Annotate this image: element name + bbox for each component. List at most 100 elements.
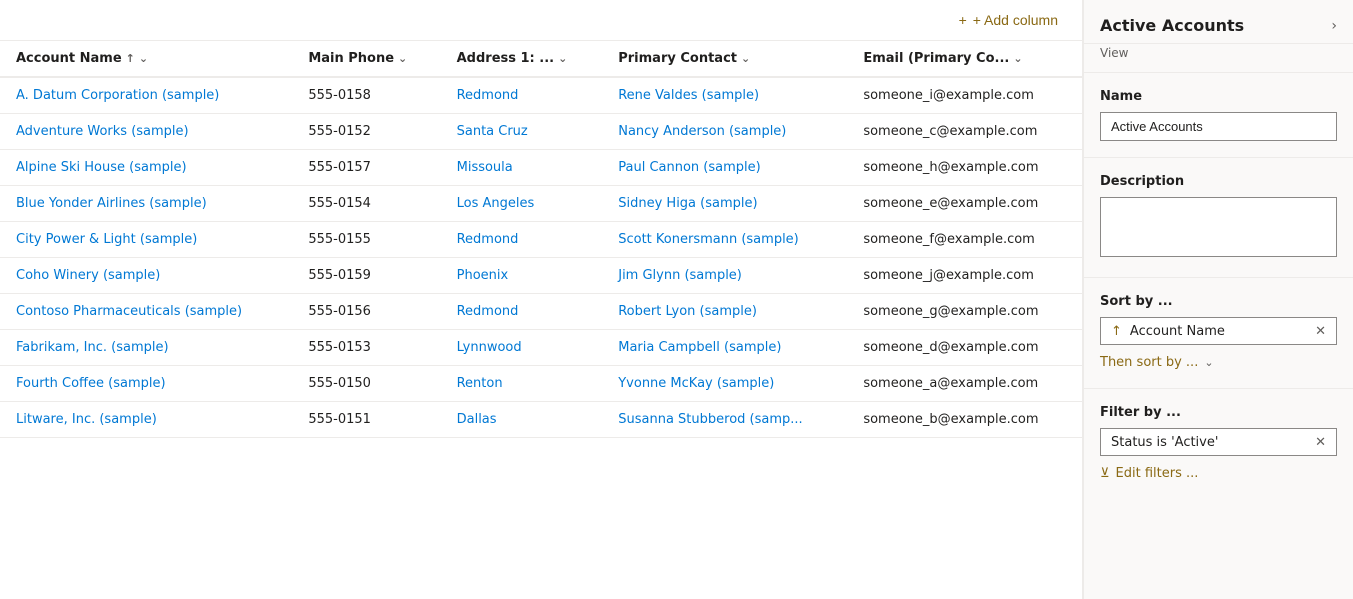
col-chevron-0: ⌄ <box>139 52 148 65</box>
table-cell[interactable]: Missoula <box>441 150 603 186</box>
table-row: City Power & Light (sample)555-0155Redmo… <box>0 222 1082 258</box>
table-cell[interactable]: Robert Lyon (sample) <box>602 294 847 330</box>
table-body: A. Datum Corporation (sample)555-0158Red… <box>0 77 1082 438</box>
plus-icon: + <box>959 12 967 28</box>
description-textarea[interactable] <box>1100 197 1337 257</box>
table-row: Blue Yonder Airlines (sample)555-0154Los… <box>0 186 1082 222</box>
table-cell[interactable]: Lynnwood <box>441 330 603 366</box>
table-cell[interactable]: Phoenix <box>441 258 603 294</box>
table-cell: 555-0159 <box>292 258 440 294</box>
table-cell[interactable]: Contoso Pharmaceuticals (sample) <box>0 294 292 330</box>
table-row: Litware, Inc. (sample)555-0151DallasSusa… <box>0 402 1082 438</box>
table-cell[interactable]: Adventure Works (sample) <box>0 114 292 150</box>
table-cell[interactable]: Los Angeles <box>441 186 603 222</box>
edit-filters-label: Edit filters ... <box>1116 466 1199 481</box>
table-header: Account Name ↑ ⌄ Main Phone ⌄ Addr <box>0 41 1082 77</box>
col-chevron-1: ⌄ <box>398 52 407 65</box>
table-cell[interactable]: Maria Campbell (sample) <box>602 330 847 366</box>
col-chevron-3: ⌄ <box>741 52 750 65</box>
table-cell[interactable]: Redmond <box>441 222 603 258</box>
col-chevron-4: ⌄ <box>1013 52 1022 65</box>
filter-chip: Status is 'Active' ✕ <box>1100 428 1337 456</box>
table-row: Coho Winery (sample)555-0159PhoenixJim G… <box>0 258 1082 294</box>
table-row: Alpine Ski House (sample)555-0157Missoul… <box>0 150 1082 186</box>
table-row: Fourth Coffee (sample)555-0150RentonYvon… <box>0 366 1082 402</box>
accounts-table: Account Name ↑ ⌄ Main Phone ⌄ Addr <box>0 41 1082 438</box>
col-main-phone[interactable]: Main Phone ⌄ <box>292 41 440 77</box>
description-label: Description <box>1100 174 1337 189</box>
description-section: Description <box>1084 158 1353 278</box>
table-cell[interactable]: Yvonne McKay (sample) <box>602 366 847 402</box>
name-input[interactable] <box>1100 112 1337 141</box>
col-address[interactable]: Address 1: ... ⌄ <box>441 41 603 77</box>
table-cell[interactable]: Litware, Inc. (sample) <box>0 402 292 438</box>
table-cell: someone_j@example.com <box>847 258 1082 294</box>
table-cell: someone_h@example.com <box>847 150 1082 186</box>
table-cell: 555-0157 <box>292 150 440 186</box>
table-cell[interactable]: Renton <box>441 366 603 402</box>
panel-expand-icon[interactable]: › <box>1331 18 1337 34</box>
table-cell: 555-0154 <box>292 186 440 222</box>
table-cell[interactable]: Jim Glynn (sample) <box>602 258 847 294</box>
col-email[interactable]: Email (Primary Co... ⌄ <box>847 41 1082 77</box>
table-cell[interactable]: Coho Winery (sample) <box>0 258 292 294</box>
table-cell[interactable]: Redmond <box>441 77 603 114</box>
add-column-button[interactable]: + + Add column <box>951 8 1066 32</box>
col-chevron-2: ⌄ <box>558 52 567 65</box>
col-account-name[interactable]: Account Name ↑ ⌄ <box>0 41 292 77</box>
filter-chip-value: Status is 'Active' <box>1111 435 1218 450</box>
table-cell: 555-0158 <box>292 77 440 114</box>
col-primary-contact[interactable]: Primary Contact ⌄ <box>602 41 847 77</box>
table-cell[interactable]: Fabrikam, Inc. (sample) <box>0 330 292 366</box>
table-cell[interactable]: Susanna Stubberod (samp... <box>602 402 847 438</box>
table-cell[interactable]: Alpine Ski House (sample) <box>0 150 292 186</box>
table-cell: 555-0152 <box>292 114 440 150</box>
table-cell[interactable]: Sidney Higa (sample) <box>602 186 847 222</box>
table-cell: someone_f@example.com <box>847 222 1082 258</box>
table-cell: someone_i@example.com <box>847 77 1082 114</box>
table-cell[interactable]: Scott Konersmann (sample) <box>602 222 847 258</box>
table-cell: someone_a@example.com <box>847 366 1082 402</box>
table-cell: 555-0153 <box>292 330 440 366</box>
panel-view-label: View <box>1084 44 1353 73</box>
table-cell: someone_b@example.com <box>847 402 1082 438</box>
sort-section-label: Sort by ... <box>1100 294 1337 309</box>
sort-asc-icon: ↑ <box>126 52 135 65</box>
name-section: Name <box>1084 73 1353 158</box>
table-cell[interactable]: Nancy Anderson (sample) <box>602 114 847 150</box>
sort-chip-value: Account Name <box>1130 324 1225 339</box>
right-panel: Active Accounts › View Name Description … <box>1083 0 1353 599</box>
sort-up-icon: ↑ <box>1111 324 1122 339</box>
table-cell[interactable]: Fourth Coffee (sample) <box>0 366 292 402</box>
filter-section: Filter by ... Status is 'Active' ✕ ⊻ Edi… <box>1084 389 1353 497</box>
table-cell[interactable]: Santa Cruz <box>441 114 603 150</box>
sort-section: Sort by ... ↑ Account Name ✕ Then sort b… <box>1084 278 1353 389</box>
toolbar: + + Add column <box>0 0 1082 41</box>
table-cell: someone_g@example.com <box>847 294 1082 330</box>
table-row: Adventure Works (sample)555-0152Santa Cr… <box>0 114 1082 150</box>
table-container: Account Name ↑ ⌄ Main Phone ⌄ Addr <box>0 41 1082 599</box>
table-cell[interactable]: City Power & Light (sample) <box>0 222 292 258</box>
table-cell[interactable]: Redmond <box>441 294 603 330</box>
then-sort-label: Then sort by ... <box>1100 355 1198 370</box>
table-cell: 555-0150 <box>292 366 440 402</box>
table-cell[interactable]: Paul Cannon (sample) <box>602 150 847 186</box>
table-cell: someone_d@example.com <box>847 330 1082 366</box>
table-cell: 555-0156 <box>292 294 440 330</box>
table-cell[interactable]: Rene Valdes (sample) <box>602 77 847 114</box>
filter-chip-remove-button[interactable]: ✕ <box>1315 434 1326 450</box>
table-cell: someone_c@example.com <box>847 114 1082 150</box>
then-sort-row[interactable]: Then sort by ... ⌄ <box>1100 353 1337 372</box>
edit-filters-row[interactable]: ⊻ Edit filters ... <box>1100 466 1337 481</box>
table-cell[interactable]: A. Datum Corporation (sample) <box>0 77 292 114</box>
table-row: Contoso Pharmaceuticals (sample)555-0156… <box>0 294 1082 330</box>
sort-chip-remove-button[interactable]: ✕ <box>1315 323 1326 339</box>
table-cell: someone_e@example.com <box>847 186 1082 222</box>
table-row: Fabrikam, Inc. (sample)555-0153LynnwoodM… <box>0 330 1082 366</box>
table-cell[interactable]: Blue Yonder Airlines (sample) <box>0 186 292 222</box>
table-row: A. Datum Corporation (sample)555-0158Red… <box>0 77 1082 114</box>
table-cell: 555-0155 <box>292 222 440 258</box>
sort-chip: ↑ Account Name ✕ <box>1100 317 1337 345</box>
panel-title: Active Accounts <box>1100 16 1244 35</box>
table-cell[interactable]: Dallas <box>441 402 603 438</box>
